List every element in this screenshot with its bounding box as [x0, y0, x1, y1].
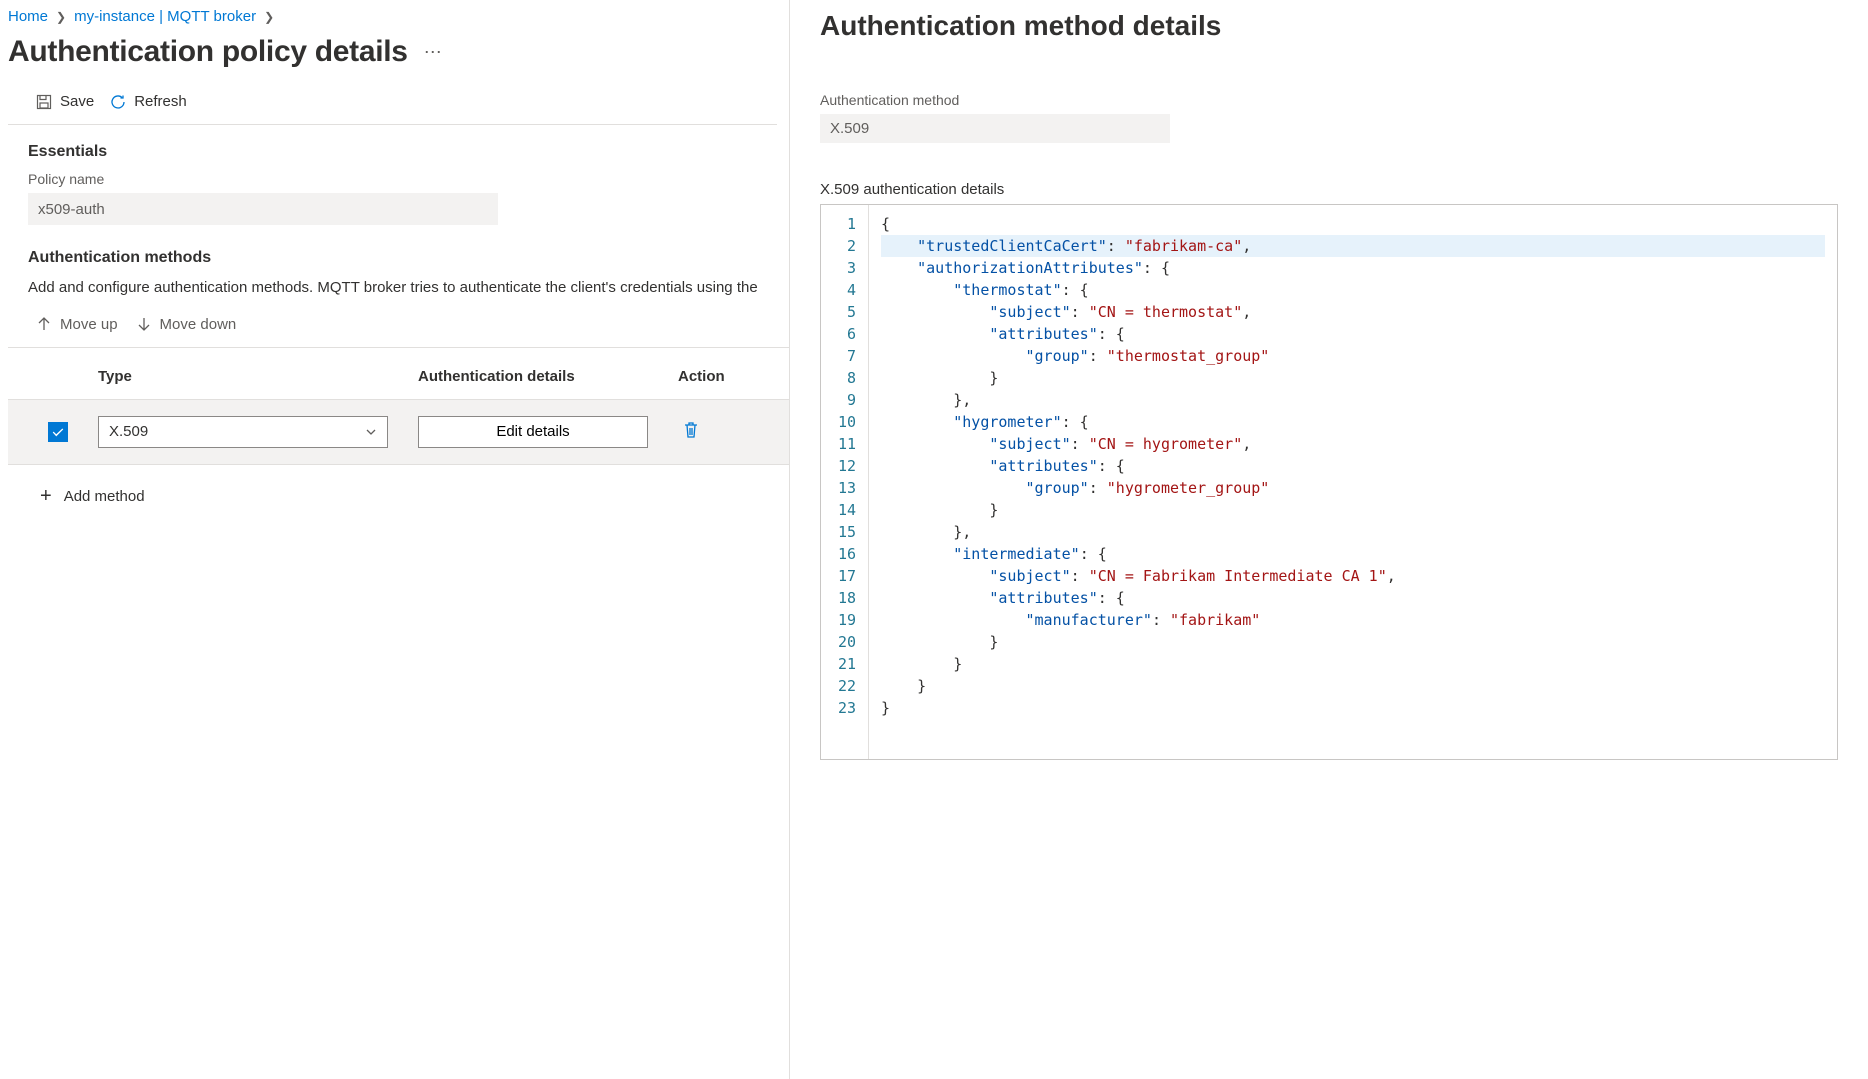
- breadcrumb: Home ❯ my-instance | MQTT broker ❯: [8, 8, 789, 25]
- methods-heading: Authentication methods: [28, 249, 789, 267]
- refresh-icon: [110, 94, 126, 110]
- table-header: Type Authentication details Action: [8, 348, 789, 399]
- save-button[interactable]: Save: [36, 93, 94, 110]
- reorder-toolbar: Move up Move down: [8, 300, 789, 348]
- col-action-header: Action: [678, 368, 789, 385]
- methods-table: Type Authentication details Action X.509: [8, 348, 789, 465]
- add-method-label: Add method: [64, 488, 145, 505]
- save-icon: [36, 94, 52, 110]
- move-down-button[interactable]: Move down: [136, 316, 237, 333]
- type-select-value: X.509: [109, 423, 148, 440]
- auth-method-label: Authentication method: [820, 92, 1838, 108]
- check-icon: [51, 425, 65, 439]
- command-bar: Save Refresh: [8, 69, 777, 125]
- json-editor[interactable]: 1234567891011121314151617181920212223 { …: [820, 204, 1838, 760]
- table-row: X.509 Edit details: [8, 399, 789, 465]
- delete-button[interactable]: [678, 417, 704, 446]
- chevron-right-icon: ❯: [264, 10, 274, 24]
- move-up-button[interactable]: Move up: [36, 316, 118, 333]
- arrow-down-icon: [136, 316, 152, 332]
- row-checkbox[interactable]: [48, 422, 68, 442]
- methods-description: Add and configure authentication methods…: [28, 277, 789, 300]
- col-details-header: Authentication details: [418, 368, 678, 385]
- edit-details-button[interactable]: Edit details: [418, 416, 648, 448]
- arrow-up-icon: [36, 316, 52, 332]
- more-actions-button[interactable]: ⋯: [424, 42, 444, 63]
- left-pane: Home ❯ my-instance | MQTT broker ❯ Authe…: [0, 0, 790, 1079]
- page-title: Authentication policy details: [8, 35, 408, 69]
- policy-name-label: Policy name: [28, 171, 789, 187]
- refresh-label: Refresh: [134, 93, 187, 110]
- move-down-label: Move down: [160, 316, 237, 333]
- editor-gutter: 1234567891011121314151617181920212223: [821, 205, 869, 759]
- breadcrumb-instance[interactable]: my-instance | MQTT broker: [74, 8, 256, 25]
- editor-content[interactable]: { "trustedClientCaCert": "fabrikam-ca", …: [869, 205, 1837, 759]
- col-type-header: Type: [98, 368, 418, 385]
- auth-method-field: Authentication method X.509: [820, 92, 1838, 143]
- chevron-down-icon: [365, 426, 377, 438]
- breadcrumb-home[interactable]: Home: [8, 8, 48, 25]
- methods-section: Authentication methods Add and configure…: [8, 225, 789, 300]
- essentials-heading: Essentials: [28, 143, 789, 161]
- panel-title: Authentication method details: [820, 10, 1838, 42]
- add-method-button[interactable]: + Add method: [8, 465, 789, 508]
- details-editor-label: X.509 authentication details: [820, 181, 1838, 198]
- move-up-label: Move up: [60, 316, 118, 333]
- auth-method-value: X.509: [820, 114, 1170, 143]
- chevron-right-icon: ❯: [56, 10, 66, 24]
- type-select[interactable]: X.509: [98, 416, 388, 448]
- details-panel: Authentication method details Authentica…: [790, 0, 1868, 1079]
- plus-icon: +: [40, 485, 52, 508]
- refresh-button[interactable]: Refresh: [110, 93, 187, 110]
- save-label: Save: [60, 93, 94, 110]
- policy-name-field[interactable]: [28, 193, 498, 225]
- essentials-section: Essentials Policy name: [8, 125, 789, 225]
- trash-icon: [682, 421, 700, 439]
